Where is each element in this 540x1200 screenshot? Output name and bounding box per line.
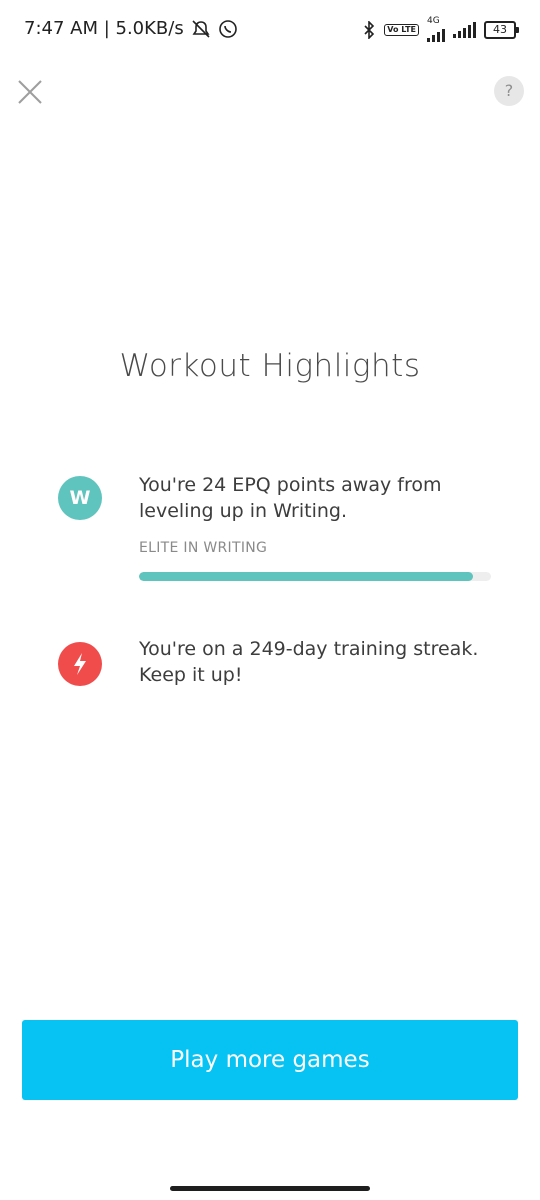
close-icon <box>18 80 42 104</box>
progress-fill <box>139 572 474 581</box>
close-button[interactable] <box>14 76 46 108</box>
writing-badge-icon: W <box>58 476 102 520</box>
volte-badge: Vo LTE <box>384 23 419 36</box>
highlight-sublabel: ELITE IN WRITING <box>139 540 268 556</box>
whatsapp-icon <box>218 19 237 38</box>
signal-icon-2 <box>453 21 476 38</box>
status-bar: 7:47 AM | 5.0KB/s Vo LTE 4G 43 <box>0 0 540 62</box>
status-time-speed: 7:47 AM | 5.0KB/s <box>24 18 184 39</box>
highlight-text: You're 24 EPQ points away from leveling … <box>139 474 442 522</box>
writing-badge-letter: W <box>69 487 91 509</box>
status-left: 7:47 AM | 5.0KB/s <box>24 18 238 39</box>
signal-icon-1 <box>427 26 445 42</box>
status-right: Vo LTE 4G 43 <box>362 16 519 42</box>
highlight-text: You're on a 249-day training streak. Kee… <box>139 638 479 686</box>
play-more-games-button[interactable]: Play more games <box>22 1020 518 1100</box>
bluetooth-icon <box>364 20 375 39</box>
lightning-icon <box>74 653 86 675</box>
mute-icon <box>192 19 210 38</box>
streak-badge <box>58 642 102 686</box>
battery-indicator: 43 <box>484 20 519 39</box>
page-title: Workout Highlights <box>119 348 421 384</box>
progress-bar <box>139 572 491 581</box>
network-type: 4G <box>427 16 440 26</box>
home-indicator[interactable] <box>170 1186 370 1191</box>
help-button[interactable]: ? <box>494 76 524 106</box>
